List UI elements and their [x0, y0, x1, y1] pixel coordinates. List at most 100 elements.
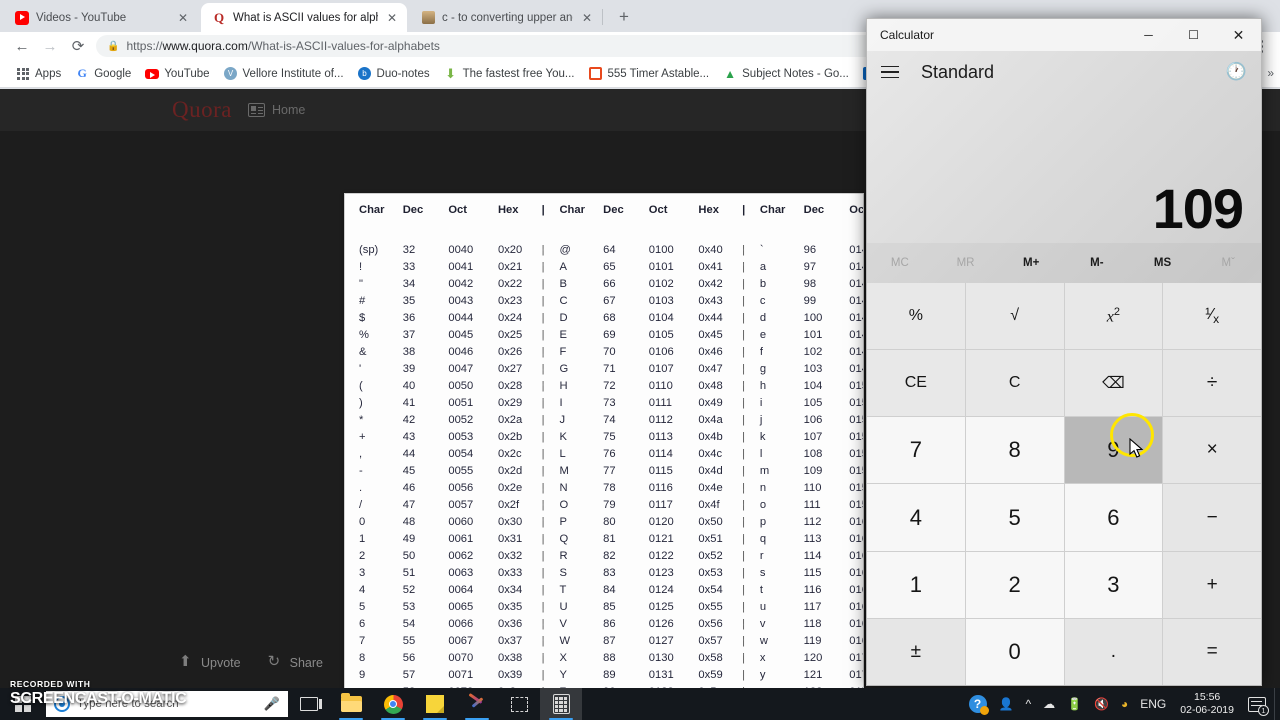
ascii-table-row: +43 0053 0x2b | K 75 0113 0x4b | k 107 0153	[359, 429, 863, 446]
ascii-cell: 105	[803, 397, 823, 409]
calculator-key-clear-entry[interactable]: CE	[867, 350, 965, 417]
tab-title: Videos - YouTube	[36, 11, 127, 24]
calculator-key-six[interactable]: 6	[1064, 484, 1163, 551]
calculator-key-two[interactable]: 2	[965, 551, 1064, 618]
bookmark-youtube[interactable]: YouTube	[138, 63, 216, 85]
show-hidden-icons-chevron[interactable]: ^	[1019, 688, 1037, 720]
language-indicator[interactable]: ENG	[1134, 688, 1172, 720]
calculator-key-zero[interactable]: 0	[965, 618, 1064, 685]
ascii-cell: 0x2c	[497, 448, 522, 460]
calculator-key-subtract[interactable]: −	[1163, 484, 1261, 551]
ascii-cell: 57	[402, 669, 416, 681]
bookmark-vellore-institute[interactable]: V Vellore Institute of...	[217, 63, 351, 85]
sticky-notes-icon[interactable]	[414, 688, 456, 720]
taskbar-search-input[interactable]: Type here to search 🎤	[46, 691, 288, 717]
matlab-icon[interactable]	[456, 688, 498, 720]
bookmark-fastest-free-you[interactable]: ⬇ The fastest free You...	[437, 63, 582, 85]
close-button[interactable]: ✕	[1216, 19, 1261, 51]
snip-sketch-icon[interactable]	[498, 688, 540, 720]
calculator-key-three[interactable]: 3	[1064, 551, 1163, 618]
memory-button-m+[interactable]: M+	[998, 257, 1064, 269]
ascii-cell: 0x2d	[497, 465, 523, 477]
new-tab-button[interactable]: +	[613, 7, 635, 29]
calculator-key-five[interactable]: 5	[965, 484, 1064, 551]
ascii-cell: 0044	[448, 312, 474, 324]
calculator-key-one[interactable]: 1	[867, 551, 965, 618]
taskbar-clock[interactable]: 15:56 02-06-2019	[1172, 691, 1242, 717]
show-desktop-button[interactable]	[1274, 688, 1280, 720]
calculator-key-percent[interactable]: %	[867, 283, 965, 350]
ascii-cell: 120	[803, 652, 823, 664]
ascii-cell: y	[759, 669, 766, 681]
tab-close-button[interactable]: ✕	[176, 11, 190, 25]
browser-tab-1[interactable]: Q What is ASCII values for alphabe ✕	[201, 3, 407, 32]
bookmark-google[interactable]: G Google	[68, 63, 138, 85]
calculator-key-divide[interactable]: ÷	[1163, 350, 1261, 417]
quora-nav-home[interactable]: Home	[247, 103, 305, 117]
calculator-display: 109	[867, 93, 1261, 243]
tab-close-button[interactable]: ✕	[580, 11, 594, 25]
bookmark-subject-notes[interactable]: ▲ Subject Notes - Go...	[716, 63, 856, 85]
file-explorer-icon[interactable]	[330, 688, 372, 720]
calculator-window[interactable]: Calculator ─ ☐ ✕ Standard 🕐 109 MC MR M+ M-…	[866, 18, 1262, 686]
calculator-key-square-root[interactable]: √	[965, 283, 1064, 350]
help-icon[interactable]: ?	[963, 688, 993, 720]
wifi-icon[interactable]: ◕	[1115, 688, 1134, 720]
task-view-icon[interactable]	[288, 688, 330, 720]
calculator-key-multiply[interactable]: ×	[1163, 417, 1261, 484]
calculator-key-plus-minus[interactable]: ±	[867, 618, 965, 685]
microphone-icon[interactable]: 🎤	[264, 696, 280, 712]
calculator-key-decimal-point[interactable]: .	[1064, 618, 1163, 685]
calculator-key-four[interactable]: 4	[867, 484, 965, 551]
calculator-key-seven[interactable]: 7	[867, 417, 965, 484]
minimize-button[interactable]: ─	[1126, 19, 1171, 51]
hamburger-menu-icon[interactable]	[881, 65, 905, 79]
bookmark-555-timer[interactable]: 555 Timer Astable...	[581, 63, 716, 85]
windows-start-icon[interactable]	[0, 688, 46, 720]
maximize-button[interactable]: ☐	[1171, 19, 1216, 51]
calculator-key-reciprocal[interactable]: ¹⁄x	[1163, 283, 1261, 350]
ascii-table-row: " 34 0042 0x22 | B 66 0102 0x42 | b 98 0142	[359, 276, 863, 293]
calculator-titlebar[interactable]: Calculator ─ ☐ ✕	[867, 19, 1261, 51]
history-clock-icon[interactable]: 🕐	[1226, 62, 1247, 82]
onedrive-cloud-icon[interactable]: ☁	[1037, 688, 1061, 720]
bookmark-duo-notes[interactable]: b Duo-notes	[351, 63, 437, 85]
ascii-cell: 0x41	[698, 261, 723, 273]
ascii-table-row: - 45 0055 0x2d | M 77 0115 0x4d | m 109 0155	[359, 463, 863, 480]
battery-icon[interactable]: 🔋	[1061, 688, 1088, 720]
ascii-cell: s	[759, 567, 766, 579]
ascii-cell: 0111	[648, 397, 673, 409]
ascii-cell: 0063	[448, 567, 474, 579]
mouse-cursor	[1129, 438, 1144, 458]
bookmarks-overflow-icon[interactable]: »	[1267, 66, 1274, 80]
browser-tab-2[interactable]: c - to converting upper and lowe ✕	[410, 3, 602, 32]
upvote-button[interactable]: Upvote	[179, 652, 241, 670]
calculator-key-add[interactable]: +	[1163, 551, 1261, 618]
ascii-cell: 0	[359, 516, 366, 528]
people-icon[interactable]: 👤	[993, 688, 1020, 720]
google-drive-icon: ▲	[724, 66, 737, 81]
share-button[interactable]: Share	[268, 652, 323, 670]
calculator-icon[interactable]	[540, 688, 582, 720]
ascii-cell: |	[541, 516, 545, 528]
memory-button-m-[interactable]: M-	[1064, 257, 1130, 269]
reload-button[interactable]: ⟳	[64, 32, 92, 60]
ascii-cell: 0146	[849, 346, 863, 358]
calculator-key-square[interactable]: x2	[1064, 283, 1163, 350]
bookmark-apps[interactable]: Apps	[9, 63, 68, 85]
browser-tab-0[interactable]: Videos - YouTube ✕	[4, 3, 198, 32]
ascii-table-row: ) 41 0051 0x29 | I 73 0111 0x49 | i 105 0151	[359, 395, 863, 412]
calculator-key-equals[interactable]: =	[1163, 618, 1261, 685]
calculator-key-clear[interactable]: C	[965, 350, 1064, 417]
tab-close-button[interactable]: ✕	[385, 11, 399, 25]
calculator-key-backspace[interactable]: ⌫	[1064, 350, 1163, 417]
chrome-icon[interactable]	[372, 688, 414, 720]
notifications-icon[interactable]: 1	[1242, 688, 1274, 720]
ascii-cell: |	[742, 448, 746, 460]
back-button[interactable]: ←	[8, 32, 36, 60]
calculator-key-eight[interactable]: 8	[965, 417, 1064, 484]
memory-button-ms[interactable]: MS	[1130, 257, 1196, 269]
forward-button[interactable]: →	[36, 32, 64, 60]
volume-muted-icon[interactable]: 🔇	[1088, 688, 1115, 720]
quora-logo[interactable]: Quora	[172, 97, 232, 123]
